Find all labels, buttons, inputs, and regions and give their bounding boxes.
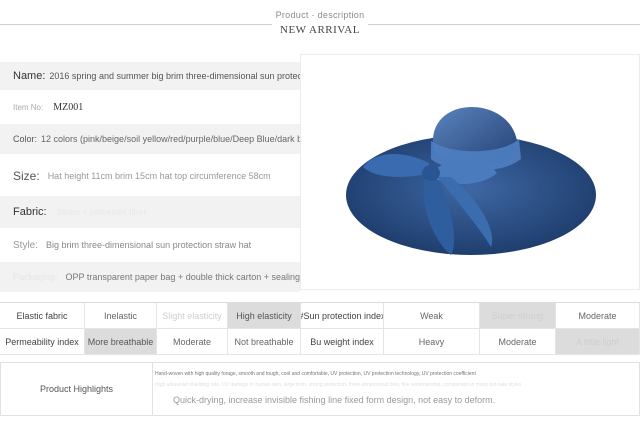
attribute-option-cell: Heavy [384,329,480,355]
attribute-option-cell: A little light [556,329,640,355]
highlights-label: Product Highlights [1,363,153,415]
attribute-option-cell: Moderate [157,329,228,355]
highlights-line-2: High ultraviolet shielding rate, UV dama… [155,382,522,388]
spec-row-name: Name: 2016 spring and summer big brim th… [0,62,487,90]
spec-row-size: Size: Hat height 11cm brim 15cm hat top … [0,158,300,194]
spec-label-fabric: Fabric: [13,206,47,218]
straw-hat-image [346,106,596,255]
attribute-header-cell: Bu weight index [301,329,384,355]
bow-knot [422,165,440,181]
attribute-header-cell: Elastic fabric [0,303,85,329]
spec-label-packaging: Packaging: [13,272,58,282]
attribute-option-cell: Weak [384,303,480,329]
spec-row-style: Style: Big brim three-dimensional sun pr… [0,230,300,260]
attribute-option-cell: Not breathable [228,329,301,355]
attribute-header-cell: Permeability index [0,329,85,355]
spec-value-packaging: OPP transparent paper bag + double thick… [65,272,321,282]
spec-value-size: Hat height 11cm brim 15cm hat top circum… [47,171,271,181]
spec-row-fabric: Fabric: Straw + polyester fiber [0,196,300,228]
spec-value-fabric: Straw + polyester fiber [56,207,147,217]
attribute-option-cell: Moderate [480,329,556,355]
header-title: NEW ARRIVAL [280,24,360,36]
attribute-header-cell: #Sun protection index [301,303,384,329]
spec-value-style: Big brim three-dimensional sun protectio… [46,240,252,250]
attribute-grid: Elastic fabric Inelastic Slight elasticity… [0,302,640,355]
attribute-option-cell: More breathable [85,329,157,355]
highlights-line-1: Hand-woven with high quality forage, smo… [155,371,476,377]
spec-label-color: Color: [13,134,38,144]
product-photo [300,54,640,290]
spec-label-style: Style: [13,239,39,251]
highlights-line-3: Quick-drying, increase invisible fishing… [173,395,496,405]
attribute-option-cell: Moderate [556,303,640,329]
spec-label-size: Size: [13,169,40,183]
section-header: Product · description NEW ARRIVAL [0,0,640,44]
attribute-option-cell: Super strong [480,303,556,329]
header-subtitle: Product · description [275,10,365,20]
spec-row-color: Color: 12 colors (pink/beige/soil yellow… [0,124,399,154]
spec-value-item-no: MZ001 [53,101,84,113]
spec-row-packaging: Packaging: OPP transparent paper bag + d… [0,262,320,292]
spec-panel: Name: 2016 spring and summer big brim th… [0,54,487,292]
attribute-option-cell: Inelastic [85,303,157,329]
attribute-option-cell: High elasticity [228,303,301,329]
spec-label-name: Name: [13,70,46,82]
attribute-option-cell: Slight elasticity [157,303,228,329]
spec-label-item-no: Item No: [13,102,44,112]
spec-row-item-no: Item No: MZ001 [0,92,300,122]
product-highlights: Product Highlights Hand-woven with high … [0,362,640,416]
